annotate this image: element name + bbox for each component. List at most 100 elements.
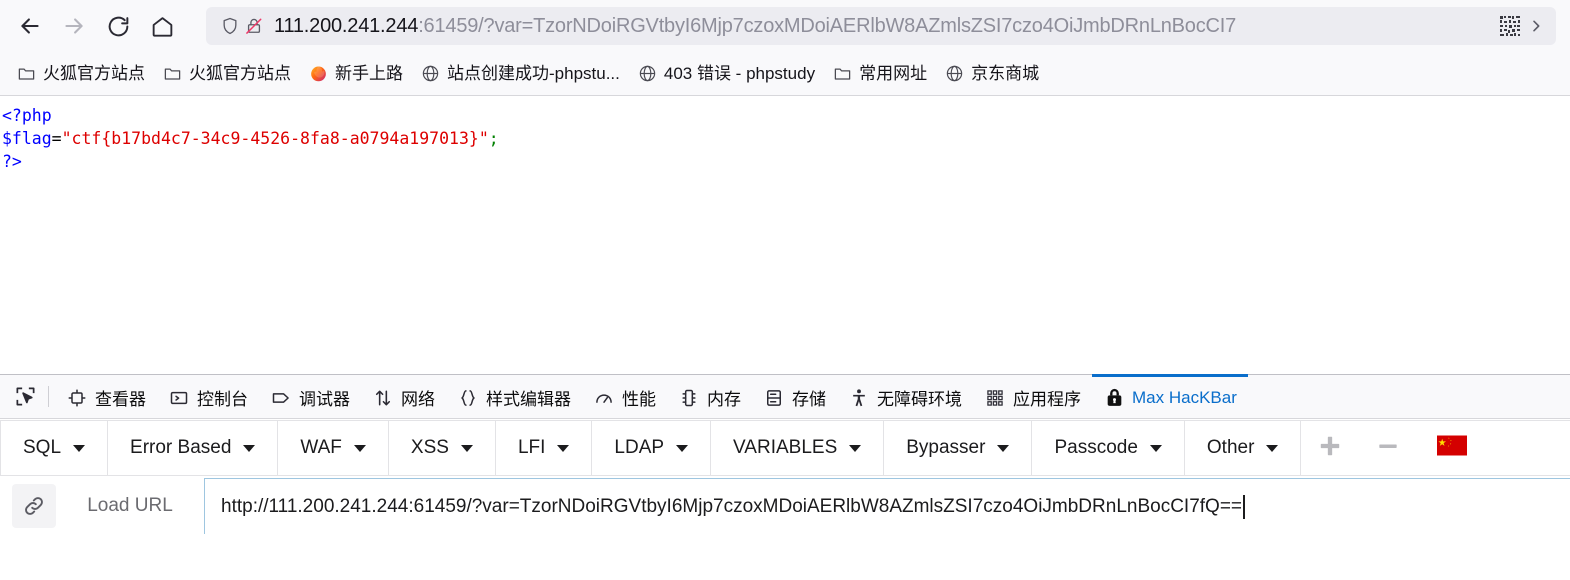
- code-line-1: <?php: [2, 104, 1570, 127]
- lock-crossed-icon[interactable]: [242, 14, 266, 38]
- devtools-tab-storage[interactable]: 存储: [752, 374, 837, 418]
- globe-icon: [945, 64, 964, 83]
- china-flag-icon: [1437, 435, 1468, 461]
- firefox-icon: [309, 64, 328, 83]
- php-string-value: "ctf{b17bd4c7-34c9-4526-8fa8-a0794a19701…: [61, 129, 489, 148]
- chevron-down-icon: [73, 444, 86, 452]
- bookmark-item[interactable]: 新手上路: [300, 60, 412, 87]
- hackbar-menu-passcode[interactable]: Passcode: [1032, 421, 1185, 475]
- folder-icon: [17, 64, 36, 83]
- url-bar[interactable]: 111.200.241.244:61459/?var=TzorNDoiRGVtb…: [206, 7, 1556, 45]
- bookmark-item[interactable]: 403 错误 - phpstudy: [629, 60, 824, 87]
- plus-icon: [1317, 433, 1343, 464]
- hackbar-menu-xss[interactable]: XSS: [389, 421, 496, 475]
- navigation-toolbar: 111.200.241.244:61459/?var=TzorNDoiRGVtb…: [0, 0, 1570, 52]
- hackbar-menu-label: Error Based: [130, 437, 232, 458]
- hackbar-toolbar: SQL Error Based WAF XSS LFI LDAP VARIABL…: [0, 420, 1570, 476]
- url-rest: :61459/?var=TzorNDoiRGVtbyI6Mjp7czoxMDoi…: [418, 15, 1237, 37]
- load-url-label[interactable]: Load URL: [56, 495, 204, 517]
- chevron-down-icon: [460, 444, 473, 452]
- hackbar-menu-label: LDAP: [614, 437, 665, 458]
- browser-chrome: 111.200.241.244:61459/?var=TzorNDoiRGVtb…: [0, 0, 1570, 96]
- accessibility-icon: [848, 387, 870, 409]
- hackbar-menu-waf[interactable]: WAF: [278, 421, 389, 475]
- devtools-tab-network[interactable]: 网络: [361, 374, 446, 418]
- bookmark-item[interactable]: 火狐官方站点: [8, 60, 154, 87]
- forward-button[interactable]: [54, 6, 94, 46]
- hackbar-menu-label: VARIABLES: [733, 437, 838, 458]
- bookmark-item[interactable]: 站点创建成功-phpstu...: [412, 60, 629, 87]
- bookmark-item[interactable]: 火狐官方站点: [154, 60, 300, 87]
- load-url-input[interactable]: http://111.200.241.244:61459/?var=TzorND…: [204, 478, 1570, 534]
- hackbar-menu-label: SQL: [23, 437, 62, 458]
- element-picker-icon[interactable]: [4, 375, 46, 418]
- devtools-tab-label: 内存: [707, 390, 741, 409]
- devtools-tab-label: 查看器: [95, 390, 146, 409]
- bookmarks-toolbar: 火狐官方站点 火狐官方站点 新手上路 站点创建成功-phpstu... 403 …: [0, 52, 1570, 96]
- devtools-tab-label: 无障碍环境: [877, 390, 962, 409]
- hackbar-menu-label: Passcode: [1054, 437, 1138, 458]
- devtools-panel: 查看器 控制台 调试器 网络 样式编辑器 性能 内存 存储 无障碍环境 应用程序…: [0, 374, 1570, 536]
- devtools-tab-style-editor[interactable]: 样式编辑器: [446, 374, 582, 418]
- remove-row-button[interactable]: [1359, 421, 1417, 475]
- bookmark-label: 站点创建成功-phpstu...: [447, 64, 620, 83]
- debugger-icon: [270, 387, 292, 409]
- php-operator: =: [51, 129, 62, 148]
- devtools-tab-debugger[interactable]: 调试器: [259, 374, 361, 418]
- inspector-icon: [66, 387, 88, 409]
- globe-icon: [421, 64, 440, 83]
- devtools-tab-performance[interactable]: 性能: [582, 374, 667, 418]
- chevron-down-icon: [1149, 444, 1162, 452]
- hackbar-menu-lfi[interactable]: LFI: [496, 421, 593, 475]
- folder-icon: [163, 64, 182, 83]
- code-line-3: ?>: [2, 150, 1570, 173]
- language-button[interactable]: [1417, 421, 1487, 475]
- chevron-down-icon: [1266, 444, 1279, 452]
- hackbar-menu-error-based[interactable]: Error Based: [108, 421, 279, 475]
- bookmark-label: 常用网址: [859, 64, 928, 83]
- qr-code-icon[interactable]: [1498, 14, 1522, 38]
- url-text[interactable]: 111.200.241.244:61459/?var=TzorNDoiRGVtb…: [274, 7, 1492, 45]
- hackbar-menu-label: XSS: [410, 437, 449, 458]
- url-host: 111.200.241.244: [274, 15, 419, 37]
- php-variable: $flag: [2, 129, 52, 148]
- style-editor-icon: [457, 387, 479, 409]
- reload-button[interactable]: [98, 6, 138, 46]
- memory-icon: [678, 387, 700, 409]
- devtools-tab-max-hackbar[interactable]: Max HacKBar: [1092, 374, 1248, 418]
- back-button[interactable]: [10, 6, 50, 46]
- devtools-tab-console[interactable]: 控制台: [157, 374, 259, 418]
- text-caret: [1243, 494, 1245, 519]
- php-open-tag: <?php: [2, 106, 52, 125]
- bookmark-label: 火狐官方站点: [189, 64, 291, 83]
- add-row-button[interactable]: [1301, 421, 1359, 475]
- bookmark-item[interactable]: 京东商城: [936, 60, 1048, 87]
- shield-icon[interactable]: [218, 14, 242, 38]
- link-icon[interactable]: [12, 484, 56, 528]
- minus-icon: [1375, 433, 1401, 464]
- hackbar-menu-label: Bypasser: [906, 437, 986, 458]
- devtools-tab-label: 存储: [792, 390, 826, 409]
- hackbar-menu-bypasser[interactable]: Bypasser: [884, 421, 1033, 475]
- hackbar-menu-variables[interactable]: VARIABLES: [711, 421, 885, 475]
- devtools-tab-memory[interactable]: 内存: [667, 374, 752, 418]
- home-button[interactable]: [142, 6, 182, 46]
- bookmark-item[interactable]: 常用网址: [824, 60, 936, 87]
- performance-icon: [593, 387, 615, 409]
- devtools-tab-label: 应用程序: [1013, 390, 1081, 409]
- devtools-tab-accessibility[interactable]: 无障碍环境: [837, 374, 973, 418]
- page-content: <?php $flag="ctf{b17bd4c7-34c9-4526-8fa8…: [0, 96, 1570, 374]
- hackbar-panel: SQL Error Based WAF XSS LFI LDAP VARIABL…: [0, 419, 1570, 536]
- hackbar-menu-ldap[interactable]: LDAP: [592, 421, 712, 475]
- application-icon: [984, 387, 1006, 409]
- devtools-tab-label: 网络: [401, 390, 435, 409]
- devtools-tab-application[interactable]: 应用程序: [973, 374, 1092, 418]
- devtools-tab-inspector[interactable]: 查看器: [55, 374, 157, 418]
- hackbar-menu-label: Other: [1206, 437, 1255, 458]
- chevron-right-icon[interactable]: [1524, 14, 1548, 38]
- bookmark-label: 403 错误 - phpstudy: [663, 64, 816, 83]
- chevron-down-icon: [353, 444, 366, 452]
- storage-icon: [763, 387, 785, 409]
- hackbar-menu-other[interactable]: Other: [1185, 421, 1302, 475]
- hackbar-menu-sql[interactable]: SQL: [0, 421, 109, 475]
